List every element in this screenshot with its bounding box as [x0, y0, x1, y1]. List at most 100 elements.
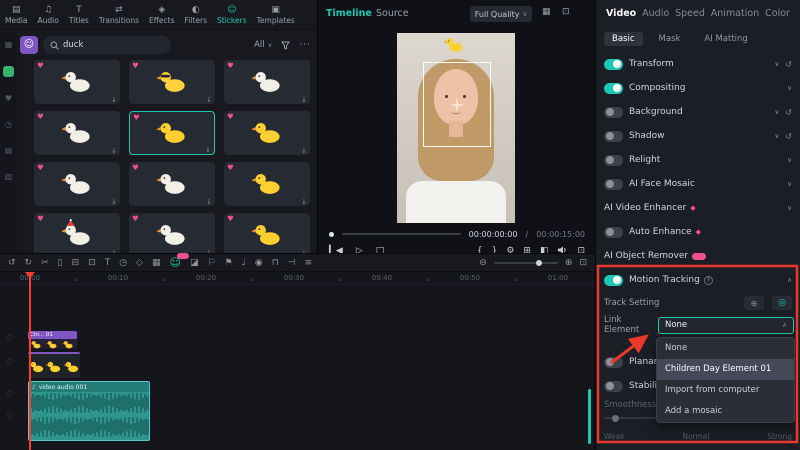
toolbar-tab-media[interactable]: ▤ Media [0, 0, 33, 30]
category-heart-icon[interactable]: ♥ [5, 94, 12, 103]
record-icon[interactable]: ◉ [255, 258, 263, 268]
shadow-toggle[interactable] [604, 130, 623, 142]
chevron-down-icon[interactable]: ∨ [787, 84, 792, 92]
property-row-ai-face-mosaic[interactable]: AI Face Mosaic ∨ [596, 172, 800, 196]
keyframe-icon[interactable]: ◇ [136, 258, 143, 268]
track-header-icon[interactable]: ◻ [7, 334, 12, 341]
zoom-slider[interactable] [493, 259, 558, 266]
sticker-yellow-duckling[interactable]: ♥ ↓ [224, 213, 310, 253]
subtab-ai-matting[interactable]: AI Matting [696, 32, 755, 46]
timer-icon[interactable]: ◷ [119, 258, 127, 268]
grid-view-icon[interactable]: ▦ [542, 7, 551, 17]
motion-tracking-toggle[interactable] [604, 274, 623, 286]
sticker-sunglasses-duck[interactable]: ♥ ↓ [129, 60, 215, 104]
expand-view-icon[interactable]: ⊡ [562, 7, 570, 17]
heart-icon[interactable]: ♥ [37, 61, 44, 70]
track-header-icon[interactable]: ◻ [7, 412, 12, 419]
track-target-button[interactable]: ◎ [772, 296, 792, 310]
download-icon[interactable]: ↓ [205, 146, 211, 154]
tracking-box[interactable] [423, 62, 491, 147]
search-box[interactable] [43, 36, 171, 54]
property-row-ai-video-enhancer[interactable]: AI Video Enhancer ◆ ∨ [596, 196, 800, 220]
chevron-down-icon[interactable]: ∨ [787, 156, 792, 164]
trash-icon[interactable]: ⊟ [72, 258, 80, 268]
tab-speed[interactable]: Speed [675, 8, 705, 19]
heart-icon[interactable]: ♥ [227, 214, 234, 223]
subtab-basic[interactable]: Basic [604, 32, 643, 46]
heart-icon[interactable]: ♥ [132, 214, 139, 223]
video-preview[interactable] [397, 33, 515, 223]
chevron-down-icon[interactable]: ∨ [775, 60, 780, 68]
tab-source[interactable]: Source [376, 8, 409, 19]
chevron-down-icon[interactable]: ∨ [787, 204, 792, 212]
mic-icon[interactable]: ♩ [242, 258, 246, 268]
sticker-white-duck[interactable]: ♥ ↓ [34, 60, 120, 104]
property-row-shadow[interactable]: Shadow ∨ ↺ [596, 124, 800, 148]
ai-face-mosaic-toggle[interactable] [604, 178, 623, 190]
tab-video[interactable]: Video [606, 8, 636, 19]
tracks-icon[interactable]: ≡ [305, 258, 313, 268]
sticker-umbrella-duck[interactable]: ♥ ↓ [224, 162, 310, 206]
heart-icon[interactable]: ♥ [227, 61, 234, 70]
heart-icon[interactable]: ♥ [37, 112, 44, 121]
quality-dropdown[interactable]: Full Quality ∨ [470, 6, 532, 22]
flag-icon[interactable]: ⚐ [207, 258, 215, 268]
track-header-icon[interactable]: ◻ [7, 390, 12, 397]
category-gif-icon[interactable] [3, 66, 14, 77]
dropdown-option-add-a-mosaic[interactable]: Add a mosaic [657, 401, 794, 422]
download-icon[interactable]: ↓ [111, 147, 117, 155]
heart-icon[interactable]: ♥ [37, 214, 44, 223]
sticker-yellow-duck[interactable]: ♥ ↓ [129, 111, 215, 155]
subtab-mask[interactable]: Mask [651, 32, 689, 46]
download-icon[interactable]: ↓ [111, 198, 117, 206]
heart-icon[interactable]: ♥ [227, 163, 234, 172]
filter-all-dropdown[interactable]: All ∨ [254, 40, 272, 50]
sticker-santa-duck[interactable]: ♥ ↓ [34, 213, 120, 253]
chevron-down-icon[interactable]: ∨ [775, 108, 780, 116]
property-row-compositing[interactable]: Compositing ∨ [596, 76, 800, 100]
scissors-icon[interactable]: ✂ [41, 258, 49, 268]
category-grid-icon[interactable]: ▦ [5, 40, 13, 49]
relight-toggle[interactable] [604, 154, 623, 166]
transform-toggle[interactable] [604, 58, 623, 70]
timeline-ruler[interactable]: 00:0000:1000:2000:3000:4000:5001:00 [0, 272, 604, 285]
dropdown-option-import-from-computer[interactable]: Import from computer [657, 380, 794, 401]
sticker-rubber-duck[interactable]: ♥ ↓ [224, 111, 310, 155]
sticker-icon[interactable]: ☺ [169, 253, 189, 269]
snap-icon[interactable]: ⊣ [288, 258, 296, 268]
redo-icon[interactable]: ↻ [25, 258, 33, 268]
split-icon[interactable]: ▯ [58, 258, 63, 268]
chevron-down-icon[interactable]: ∨ [787, 180, 792, 188]
more-options-button[interactable]: ··· [299, 40, 311, 50]
track-header-icon[interactable]: ◻ [7, 358, 12, 365]
grid-icon[interactable]: ▦ [152, 258, 161, 268]
tab-animation[interactable]: Animation [711, 8, 759, 19]
progress-track[interactable] [342, 233, 461, 235]
category-pack-icon[interactable]: ▤ [5, 146, 13, 155]
sticker-white-goose[interactable]: ♥ ↓ [129, 162, 215, 206]
reset-icon[interactable]: ↺ [785, 60, 792, 69]
search-input[interactable] [63, 40, 153, 50]
download-icon[interactable]: ↓ [206, 198, 212, 206]
background-toggle[interactable] [604, 106, 623, 118]
download-icon[interactable]: ↓ [301, 96, 307, 104]
help-icon[interactable]: ? [703, 275, 713, 285]
zoom-in-icon[interactable]: ⊕ [565, 258, 573, 268]
toolbar-tab-effects[interactable]: ◈ Effects [144, 0, 180, 30]
mask-icon[interactable]: ◪ [190, 258, 199, 268]
fit-timeline-icon[interactable]: ⊡ [579, 258, 587, 268]
category-folder-icon[interactable]: ▥ [5, 172, 13, 181]
property-row-motion-tracking[interactable]: Motion Tracking ? ∧ [596, 268, 800, 292]
heart-icon[interactable]: ♥ [227, 112, 234, 121]
toolbar-tab-templates[interactable]: ▣ Templates [252, 0, 300, 30]
reset-icon[interactable]: ↺ [785, 108, 792, 117]
chevron-down-icon[interactable]: ∨ [775, 132, 780, 140]
magnet-icon[interactable]: ⊓ [272, 258, 279, 268]
progress-knob[interactable] [329, 231, 334, 237]
property-row-background[interactable]: Background ∨ ↺ [596, 100, 800, 124]
toolbar-tab-stickers[interactable]: ☺ Stickers [212, 0, 252, 30]
zoom-slider-knob[interactable] [535, 259, 542, 266]
property-row-relight[interactable]: Relight ∨ [596, 148, 800, 172]
marker-icon[interactable]: ⚑ [225, 258, 233, 268]
duck-video-clip[interactable] [28, 352, 80, 378]
